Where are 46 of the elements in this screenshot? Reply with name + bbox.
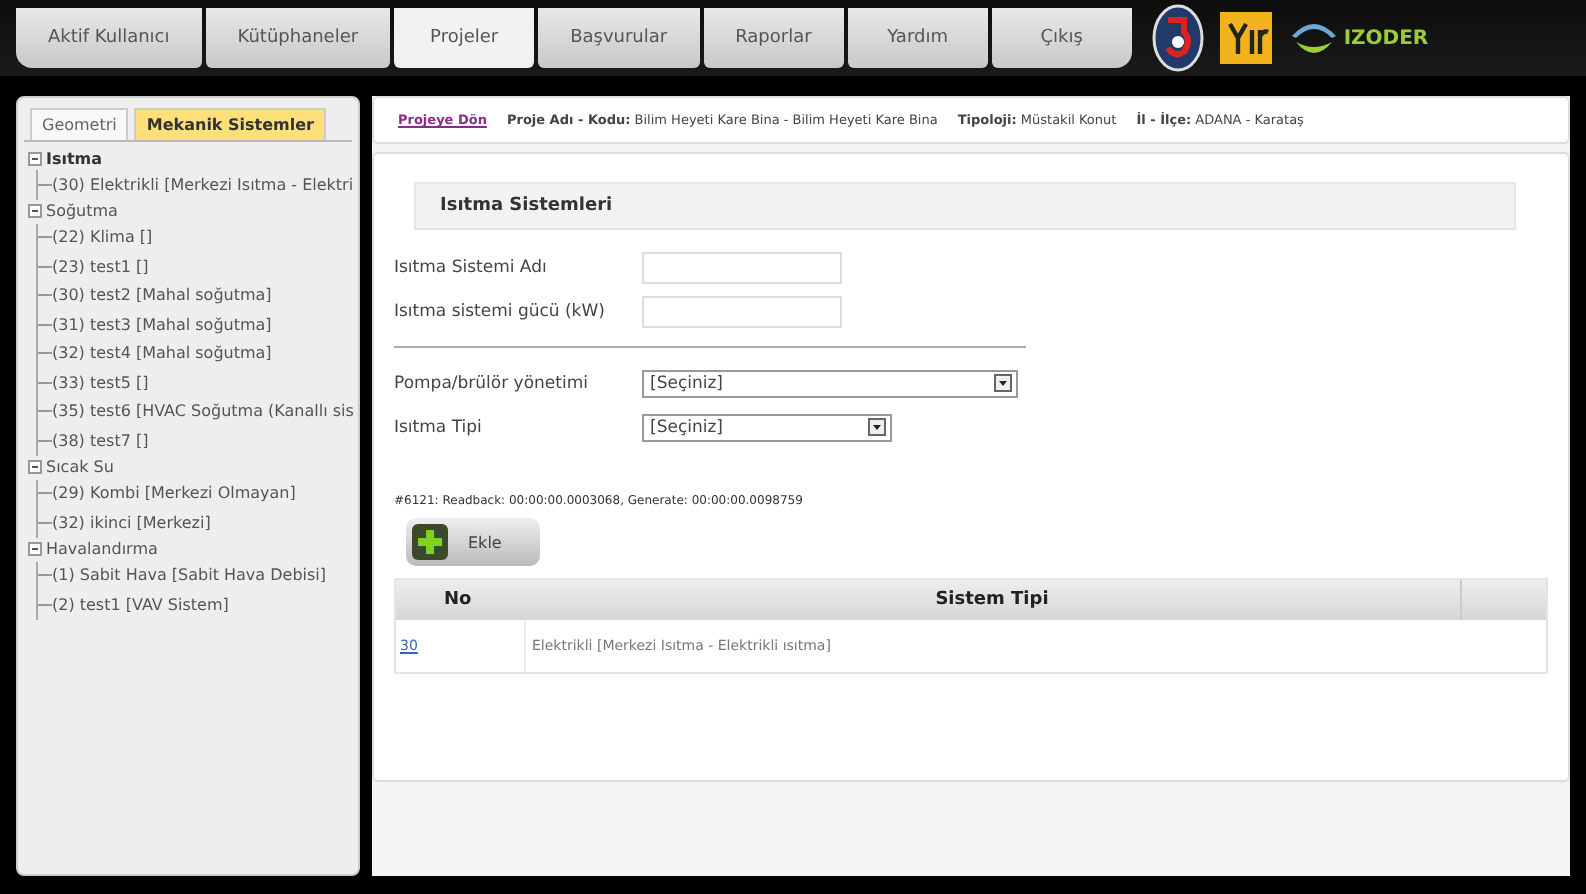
collapse-icon[interactable] (28, 542, 42, 556)
brand-name: IZODER (1343, 27, 1429, 49)
tree-item[interactable]: (35) test6 [HVAC Soğutma (Kanallı sis (52, 402, 354, 421)
tree-item[interactable]: (38) test7 [] (52, 431, 149, 450)
collapse-icon[interactable] (28, 460, 42, 474)
tree-node[interactable]: Sıcak Su (46, 458, 114, 476)
panel-tab[interactable]: Geometri (30, 108, 129, 140)
tree-item[interactable]: (23) test1 [] (52, 257, 149, 276)
collapse-icon[interactable] (28, 204, 42, 218)
tree-node[interactable]: Isıtma (46, 149, 103, 167)
nav-tab[interactable]: Yardım (847, 8, 988, 68)
tree-item[interactable]: (32) test4 [Mahal soğutma] (52, 344, 272, 363)
dropdown[interactable]: [Seçiniz] (642, 413, 892, 441)
tree-item[interactable]: (33) test5 [] (52, 373, 149, 392)
column-header[interactable]: Sistem Tipi (524, 590, 1460, 610)
tree-item[interactable]: (32) ikinci [Merkezi] (52, 513, 211, 532)
tree-item[interactable]: (29) Kombi [Merkezi Olmayan] (52, 484, 296, 503)
plus-icon (412, 524, 448, 560)
section-header: Isıtma Sistemleri (414, 182, 1516, 230)
tree-item[interactable]: (30) test2 [Mahal soğutma] (52, 286, 272, 305)
logo-icon (1219, 12, 1272, 64)
tree-item[interactable]: (31) test3 [Mahal soğutma] (52, 315, 272, 334)
nav-tab[interactable]: Projeler (394, 8, 535, 68)
tree-node[interactable]: Havalandırma (46, 540, 158, 558)
nav-tab[interactable]: Raporlar (703, 8, 844, 68)
input-field[interactable] (642, 295, 842, 327)
tree-node[interactable]: Soğutma (46, 202, 118, 220)
tree-item[interactable]: (2) test1 [VAV Sistem] (52, 595, 229, 614)
field-label: Pompa/brülör yönetimi (394, 373, 590, 393)
tree-item[interactable]: (22) Klima [] (52, 228, 153, 247)
tree-item[interactable]: (1) Sabit Hava [Sabit Hava Debisi] (52, 566, 327, 585)
nav-tab[interactable]: Çıkış (991, 8, 1132, 68)
field-label: Isıtma Tipi (394, 417, 484, 437)
dropdown[interactable]: [Seçiniz] (642, 369, 1018, 397)
tree-item[interactable]: (30) Elektrikli [Merkezi Isıtma - Elektri (52, 175, 354, 194)
collapse-icon[interactable] (28, 151, 42, 165)
field-label: Isıtma sistemi gücü (kW) (394, 301, 607, 321)
add-button[interactable]: Ekle (406, 518, 540, 566)
input-field[interactable] (642, 251, 842, 283)
column-header[interactable]: No (396, 590, 524, 610)
nav-tab[interactable]: Başvurular (538, 8, 700, 68)
nav-tab[interactable]: Kütüphaneler (205, 8, 391, 68)
panel-tab[interactable]: Mekanik Sistemler (134, 108, 327, 140)
field-label: Isıtma Sistemi Adı (394, 257, 549, 277)
nav-tab[interactable]: Aktif Kullanıcı (16, 8, 202, 68)
emblem-icon (1151, 4, 1204, 72)
